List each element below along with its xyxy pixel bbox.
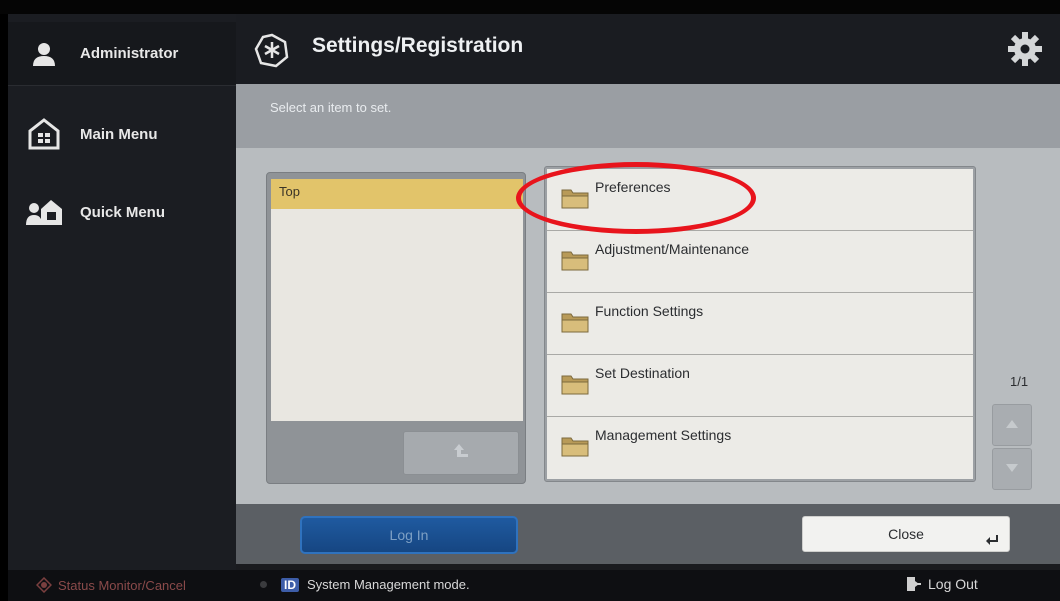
close-button[interactable]: Close <box>802 516 1010 552</box>
user-icon <box>18 40 70 68</box>
sidebar-item-main-menu[interactable]: Main Menu <box>8 98 236 170</box>
folder-label: Preferences <box>595 179 671 195</box>
log-in-button[interactable]: Log In <box>300 516 518 554</box>
settings-registration-icon <box>254 32 290 68</box>
log-out-button[interactable]: Log Out <box>906 576 978 592</box>
log-out-icon <box>906 576 922 592</box>
folder-label: Set Destination <box>595 365 690 381</box>
instruction-text: Select an item to set. <box>270 100 392 115</box>
settings-body: Top Preferences Adjustment/Maintenance F… <box>236 148 1060 504</box>
up-arrow-icon <box>451 441 471 466</box>
folder-icon <box>561 373 589 395</box>
action-bar: Log In Close <box>236 504 1060 564</box>
status-bar: Status Monitor/Cancel ID System Manageme… <box>8 570 1060 601</box>
page-indicator: 1/1 <box>1010 374 1029 389</box>
folder-label: Management Settings <box>595 427 732 443</box>
quick-menu-icon <box>18 197 70 227</box>
header: Settings/Registration <box>236 14 1060 84</box>
sidebar: Administrator Main Menu Quick Menu <box>8 14 236 574</box>
tree-panel: Top <box>266 172 526 484</box>
sidebar-item-administrator[interactable]: Administrator <box>8 22 236 86</box>
folder-label: Function Settings <box>595 303 704 319</box>
enter-arrow-icon <box>985 533 999 545</box>
device-screen: Administrator Main Menu Quick Menu Setti… <box>8 14 1060 601</box>
scroll-up-button[interactable] <box>992 404 1032 446</box>
triangle-up-icon <box>1005 416 1019 434</box>
status-monitor-icon <box>35 576 53 594</box>
instruction-bar: Select an item to set. <box>236 84 1060 148</box>
indicator-dot <box>260 581 267 588</box>
triangle-down-icon <box>1005 460 1019 478</box>
status-monitor-label: Status Monitor/Cancel <box>58 577 186 593</box>
sidebar-item-quick-menu[interactable]: Quick Menu <box>8 176 236 248</box>
sidebar-item-label: Main Menu <box>80 125 158 143</box>
page-title: Settings/Registration <box>312 34 524 57</box>
system-mode-indicator: ID System Management mode. <box>260 577 470 592</box>
close-label: Close <box>888 526 924 542</box>
folder-item-function-settings[interactable]: Function Settings <box>547 293 973 355</box>
folder-icon <box>561 435 589 457</box>
folder-icon <box>561 187 589 209</box>
folder-item-preferences[interactable]: Preferences <box>547 169 973 231</box>
sidebar-item-label: Quick Menu <box>80 203 166 221</box>
folder-item-management-settings[interactable]: Management Settings <box>547 417 973 479</box>
folder-item-adjustment-maintenance[interactable]: Adjustment/Maintenance <box>547 231 973 293</box>
gear-icon[interactable] <box>1006 30 1044 68</box>
log-out-label: Log Out <box>928 576 978 592</box>
tree-list: Top <box>271 179 523 421</box>
folder-label: Adjustment/Maintenance <box>595 241 750 257</box>
content-area: Select an item to set. Top Preferences A… <box>236 84 1060 504</box>
system-mode-text: System Management mode. <box>307 577 470 592</box>
id-badge: ID <box>281 577 299 592</box>
folder-list: Preferences Adjustment/Maintenance Funct… <box>544 166 976 482</box>
sidebar-item-label: Administrator <box>80 45 179 62</box>
folder-icon <box>561 249 589 271</box>
tree-item-top[interactable]: Top <box>271 179 523 209</box>
folder-item-set-destination[interactable]: Set Destination <box>547 355 973 417</box>
status-monitor-button[interactable]: Status Monitor/Cancel <box>35 576 186 594</box>
folder-icon <box>561 311 589 333</box>
bezel <box>0 0 1060 14</box>
scroll-down-button[interactable] <box>992 448 1032 490</box>
home-icon <box>18 117 70 151</box>
up-level-button[interactable] <box>403 431 519 475</box>
